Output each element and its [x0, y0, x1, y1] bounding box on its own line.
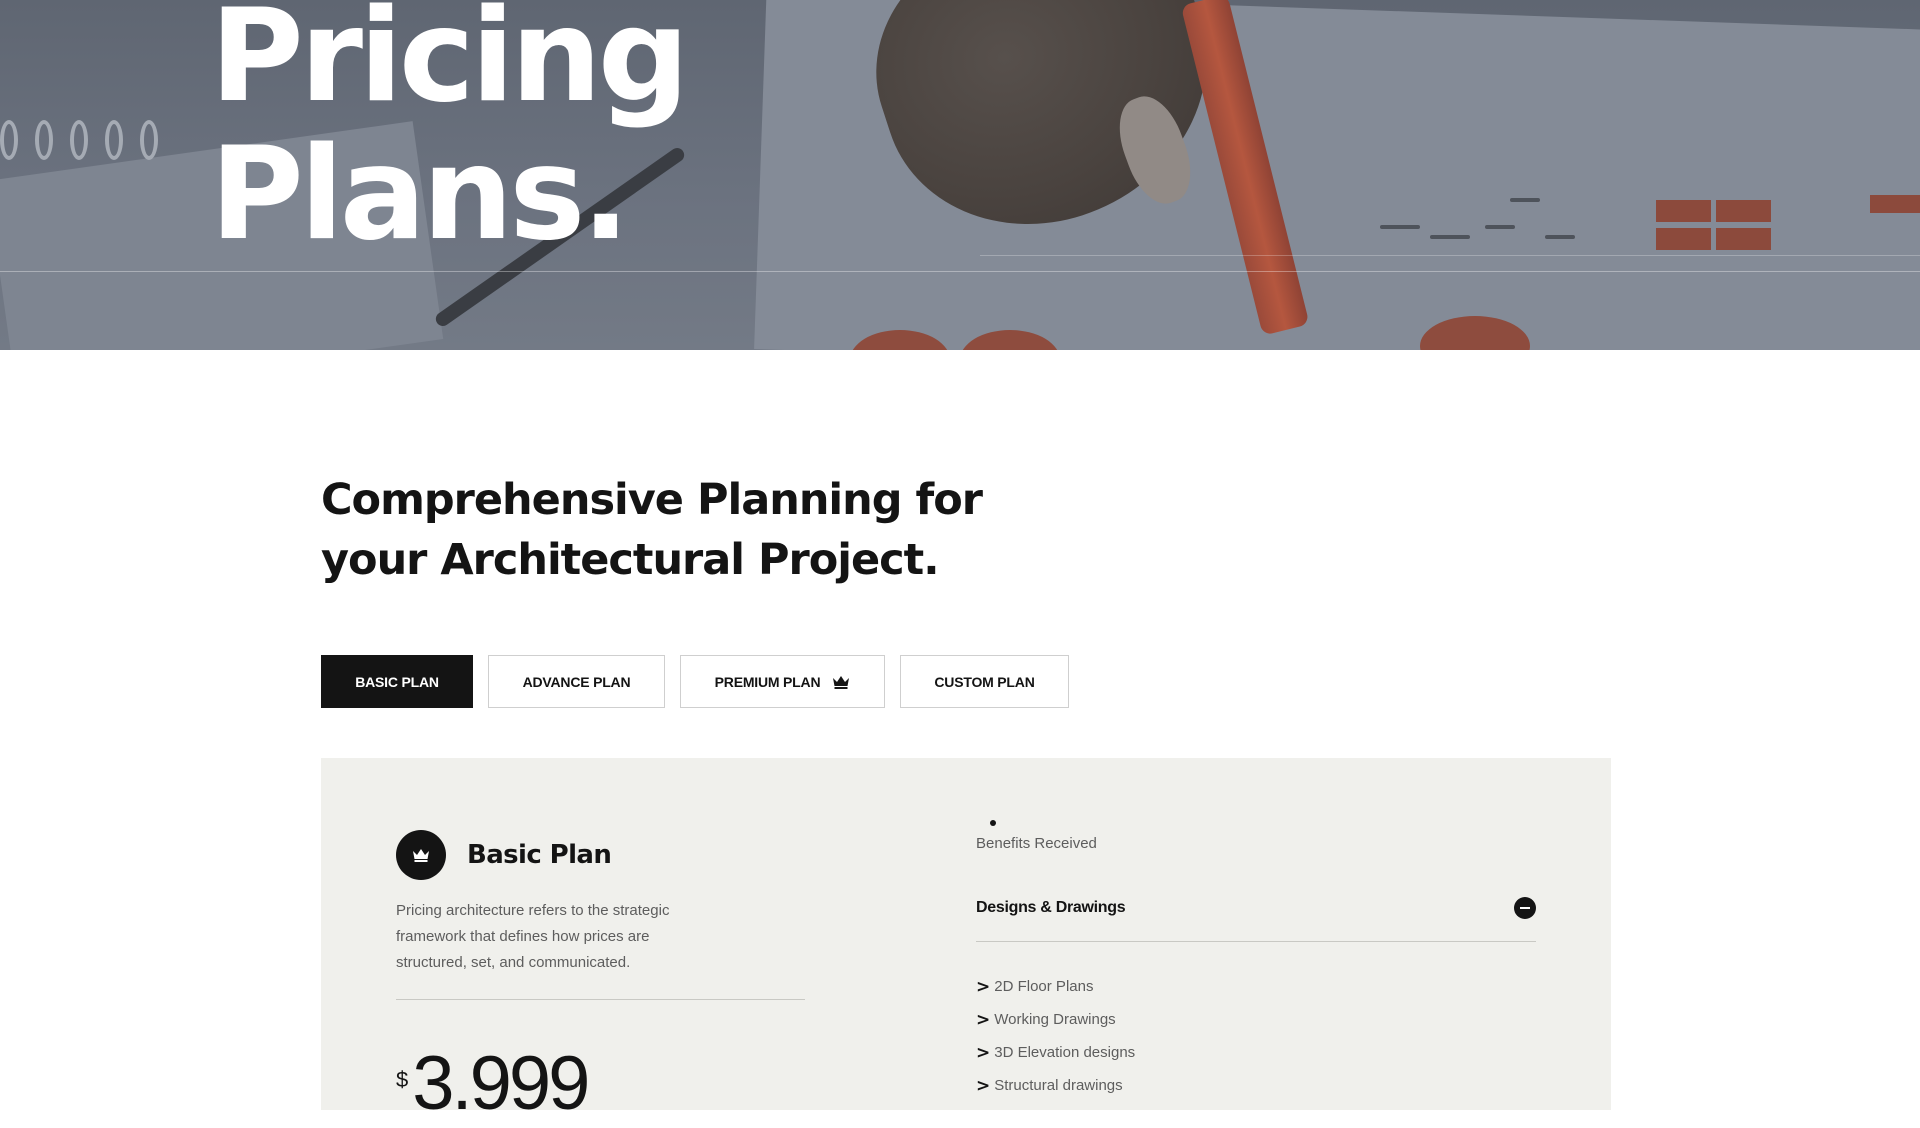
- list-item-label: Structural drawings: [994, 1077, 1123, 1094]
- tab-label: PREMIUM PLAN: [714, 673, 821, 690]
- page-title-line-1: Pricing: [210, 0, 689, 131]
- tab-label: ADVANCE PLAN: [522, 673, 631, 690]
- hero-sketch-line: [1510, 198, 1540, 202]
- tab-basic-plan[interactable]: BASIC PLAN: [321, 655, 473, 708]
- crown-icon: [413, 849, 429, 862]
- plan-badge: [396, 830, 446, 880]
- price-currency: $: [396, 1067, 409, 1092]
- hero-red-block: [1656, 228, 1711, 250]
- minus-icon[interactable]: [1514, 897, 1536, 919]
- crown-icon: [833, 675, 850, 689]
- hero-red-block: [1716, 200, 1771, 222]
- chevron-right-icon: >: [976, 976, 991, 997]
- section-headline: Comprehensive Planning for your Architec…: [321, 470, 1021, 590]
- notebook-spiral: [0, 120, 200, 180]
- tab-label: BASIC PLAN: [355, 673, 439, 690]
- list-item: > Working Drawings: [976, 1003, 1135, 1036]
- page-title-line-2: Plans.: [210, 120, 630, 269]
- hero-guide-line: [980, 255, 1920, 256]
- list-item-label: 3D Elevation designs: [994, 1044, 1136, 1061]
- accordion-header-designs[interactable]: Designs & Drawings: [976, 892, 1536, 942]
- benefits-label: Benefits Received: [976, 835, 1097, 852]
- hero-sketch-line: [1430, 235, 1470, 239]
- hero-sketch-line: [1380, 225, 1420, 229]
- chevron-right-icon: >: [976, 1042, 991, 1063]
- chevron-right-icon: >: [976, 1075, 991, 1096]
- plan-description: Pricing architecture refers to the strat…: [396, 902, 670, 971]
- list-item: > Structural drawings: [976, 1069, 1135, 1102]
- price-amount: 3.999: [412, 1041, 590, 1126]
- tab-advance-plan[interactable]: ADVANCE PLAN: [488, 655, 665, 708]
- plan-price: $ 3.999: [396, 1040, 590, 1128]
- hero-sketch-line: [1545, 235, 1575, 239]
- hero-red-block: [1870, 195, 1920, 213]
- list-item-label: 2D Floor Plans: [994, 978, 1094, 995]
- hero-sketch-line: [1485, 225, 1515, 229]
- plan-tabs: BASIC PLAN ADVANCE PLAN PREMIUM PLAN CUS…: [321, 655, 1069, 708]
- list-item: >2D Floor Plans: [976, 970, 1135, 1003]
- list-item: >3D Elevation designs: [976, 1036, 1135, 1069]
- chevron-right-icon: >: [976, 1009, 991, 1030]
- tab-premium-plan[interactable]: PREMIUM PLAN: [680, 655, 885, 708]
- page-title: Pricing Plans.: [210, 0, 689, 269]
- plan-card: Basic Plan Pricing architecture refers t…: [321, 758, 1611, 1126]
- divider: [396, 999, 805, 1000]
- hero-red-block: [1716, 228, 1771, 250]
- plan-header: Basic Plan: [396, 830, 612, 880]
- hero-banner: Pricing Plans.: [0, 0, 1920, 350]
- section-headline-line-2: your Architectural Project.: [321, 535, 940, 585]
- bullet-dot: [990, 820, 996, 826]
- plan-name: Basic Plan: [467, 840, 612, 870]
- list-item-label: Working Drawings: [994, 1011, 1116, 1028]
- accordion-items: >2D Floor Plans > Working Drawings >3D El…: [976, 970, 1135, 1102]
- hero-guide-line: [0, 271, 1920, 272]
- tab-label: CUSTOM PLAN: [934, 673, 1035, 690]
- accordion-title: Designs & Drawings: [976, 899, 1126, 916]
- hero-red-block: [1656, 200, 1711, 222]
- section-headline-line-1: Comprehensive Planning for: [321, 475, 983, 525]
- tab-custom-plan[interactable]: CUSTOM PLAN: [900, 655, 1069, 708]
